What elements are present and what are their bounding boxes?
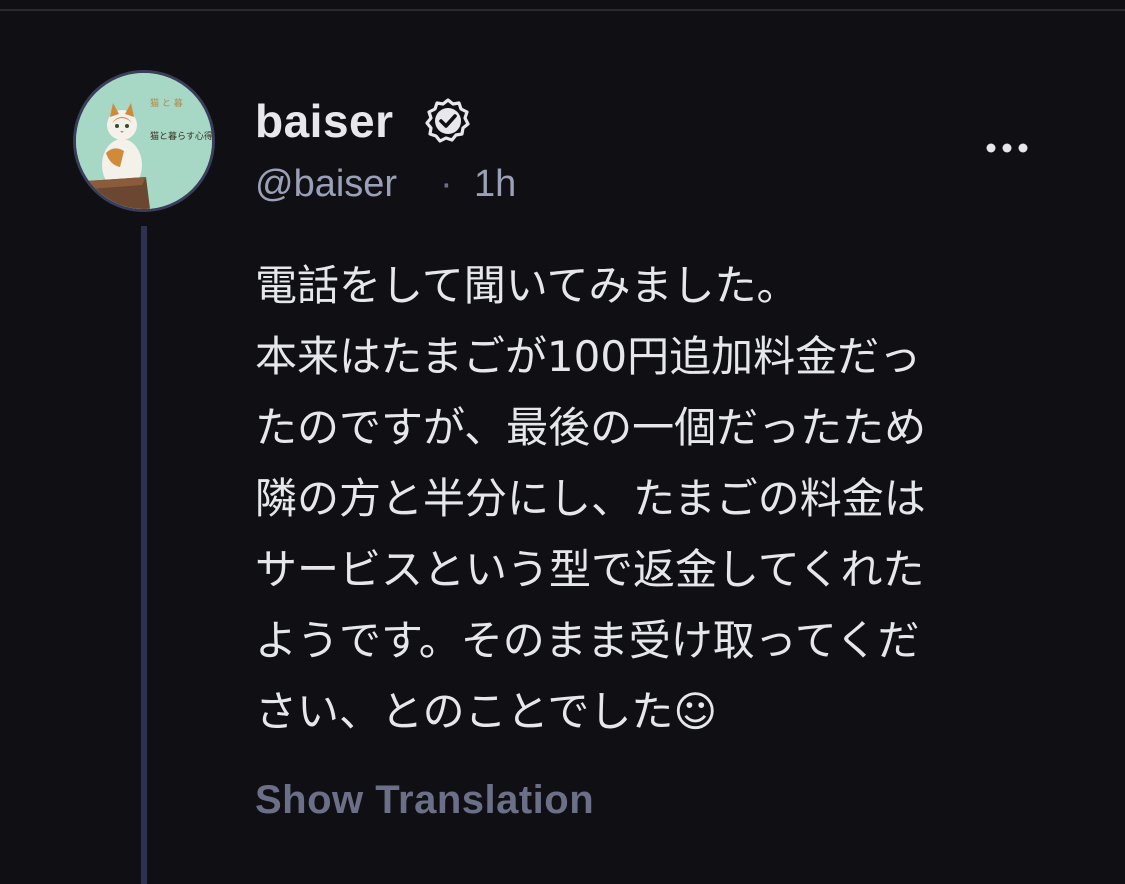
post-body: 電話をして聞いてみました。 本来はたまごが100円追加料金だっ たのですが、最後… (255, 250, 1055, 747)
author-handle[interactable]: @baiser (255, 163, 397, 206)
author-display-name[interactable]: baiser (255, 94, 394, 148)
verified-check-icon (424, 97, 472, 145)
post-body-line: 電話をして聞いてみました。 (255, 261, 799, 310)
post-body-line: 隣の方と半分にし、たまごの料金は (255, 474, 926, 523)
avatar-cat-image: 猫 と 暮 猫と暮らす心得 (76, 73, 212, 209)
top-divider (0, 0, 1125, 11)
thread-line (141, 226, 147, 884)
avatar[interactable]: 猫 と 暮 猫と暮らす心得 (73, 70, 215, 212)
post-body-line: さい、とのことでした☺ (255, 687, 718, 736)
post-timestamp[interactable]: 1h (474, 163, 516, 206)
avatar-label: 猫と暮らす心得 (150, 130, 212, 142)
post-body-line: サービスという型で返金してくれた (255, 545, 925, 594)
post-body-line: ようです。そのまま受け取ってくだ (255, 616, 920, 665)
more-options-button[interactable] (978, 128, 1036, 168)
post-body-line: 本来はたまごが100円追加料金だっ (255, 332, 922, 381)
avatar-top-label: 猫 と 暮 (150, 97, 183, 109)
post-body-line: たのですが、最後の一個だったため (255, 403, 927, 452)
meta-separator: · (440, 163, 453, 205)
show-translation-link[interactable]: Show Translation (255, 778, 594, 823)
more-horizontal-icon (986, 143, 1028, 153)
